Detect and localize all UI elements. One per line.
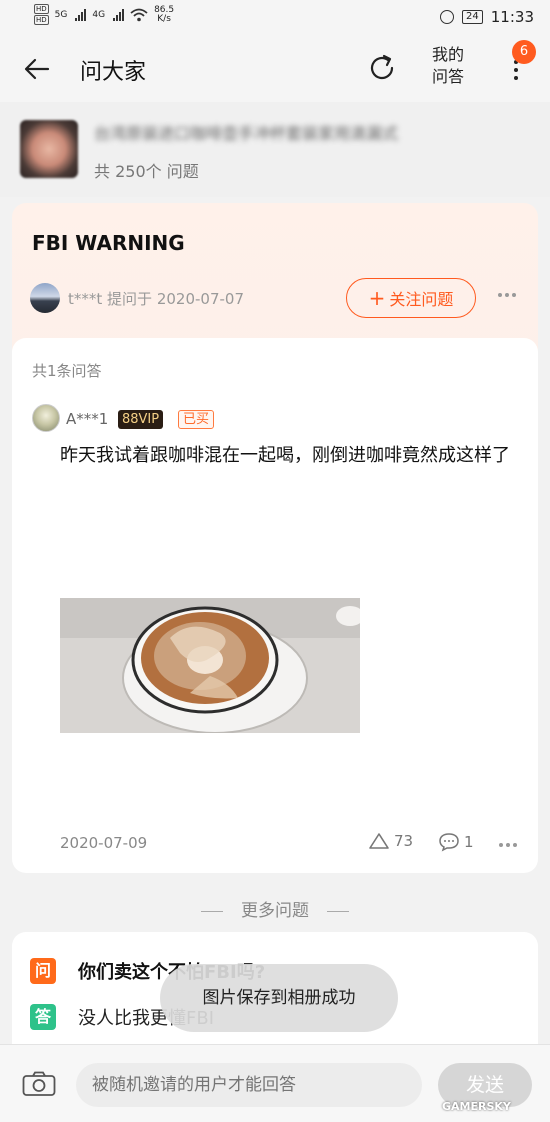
bought-badge: 已买 — [178, 410, 215, 429]
hd-indicators: HD HD — [34, 4, 49, 26]
save-success-toast: 图片保存到相册成功 — [160, 964, 398, 1032]
camera-icon[interactable] — [22, 1071, 56, 1097]
question-title: FBI WARNING — [32, 231, 185, 255]
answers-card: 共1条问答 A***1 88VIP 已买 昨天我试着跟咖啡混在一起喝，刚倒进咖啡… — [12, 338, 538, 873]
asked-date: 2020-07-07 — [156, 290, 245, 308]
asker-meta: t***t 提问于 2020-07-07 — [68, 288, 244, 309]
question-tag: 问 — [30, 958, 56, 984]
answer-count: 共1条问答 — [32, 362, 102, 380]
more-questions-label: 更多问题 — [241, 901, 309, 921]
product-summary[interactable]: 台湾原装进口咖啡壶手冲杯套装家用滴漏式 共 250个 问题 — [0, 102, 550, 197]
alarm-icon — [440, 10, 455, 24]
answerer-avatar — [32, 404, 60, 432]
comment-button[interactable]: 1 — [438, 832, 474, 852]
notification-badge: 6 — [512, 40, 536, 64]
answer-text: 昨天我试着跟咖啡混在一起喝，刚倒进咖啡竟然成这样了 — [60, 445, 510, 466]
divider — [201, 910, 223, 912]
my-qa-line2: 问答 — [432, 67, 465, 86]
question-count: 共 250个 问题 — [94, 162, 199, 181]
status-bar: HD HD 5G 4G 86.5 K/s 24 11:33 — [0, 0, 550, 34]
answer-more-icon[interactable] — [499, 843, 517, 847]
question-more-icon[interactable] — [498, 293, 516, 297]
battery-icon: 24 — [462, 10, 483, 24]
follow-question-button[interactable]: + 关注问题 — [346, 278, 476, 318]
hd-icon: HD — [34, 4, 49, 14]
answer-tag: 答 — [30, 1004, 56, 1030]
answer-input[interactable] — [76, 1063, 422, 1107]
page-title: 问大家 — [80, 60, 147, 85]
back-arrow-icon[interactable] — [22, 54, 52, 84]
network-speed-unit: K/s — [157, 14, 171, 24]
watermark-text: GAMERSKY — [442, 1100, 511, 1113]
follow-label: 关注问题 — [389, 290, 454, 309]
clock-time: 11:33 — [490, 8, 534, 26]
status-right: 24 11:33 — [440, 8, 534, 26]
asked-label: 提问于 — [107, 290, 153, 308]
answerer-name: A***1 — [66, 410, 109, 428]
top-nav: 问大家 我的 问答 6 — [0, 34, 550, 102]
network-speed: 86.5 K/s — [154, 6, 174, 24]
coffee-cup-image — [60, 598, 360, 733]
my-qa-link[interactable]: 我的 问答 — [432, 44, 472, 88]
signal-icon — [113, 9, 125, 21]
wifi-icon — [130, 8, 148, 22]
comment-count: 1 — [464, 833, 474, 851]
sim1-label: 5G — [54, 10, 68, 20]
vip-badge: 88VIP — [118, 410, 164, 429]
like-triangle-icon — [369, 833, 389, 849]
product-thumbnail — [20, 120, 78, 178]
like-button[interactable]: 73 — [368, 832, 413, 850]
hd-icon: HD — [34, 15, 49, 25]
like-count: 73 — [394, 832, 414, 850]
asker-name: t***t — [68, 290, 103, 308]
refresh-icon[interactable] — [366, 52, 398, 84]
answer-date: 2020-07-09 — [60, 834, 148, 852]
comment-icon — [439, 833, 459, 852]
answer-photo[interactable] — [60, 598, 360, 733]
sim2-label: 4G — [92, 10, 106, 20]
product-name: 台湾原装进口咖啡壶手冲杯套装家用滴漏式 — [94, 124, 399, 142]
divider — [327, 910, 349, 912]
more-questions-heading: 更多问题 — [0, 896, 550, 921]
plus-icon: + — [368, 286, 386, 310]
signal-icon — [75, 9, 87, 21]
status-left: HD HD 5G 4G 86.5 K/s — [34, 4, 174, 26]
asker-avatar — [30, 283, 60, 313]
my-qa-line1: 我的 — [432, 45, 465, 64]
